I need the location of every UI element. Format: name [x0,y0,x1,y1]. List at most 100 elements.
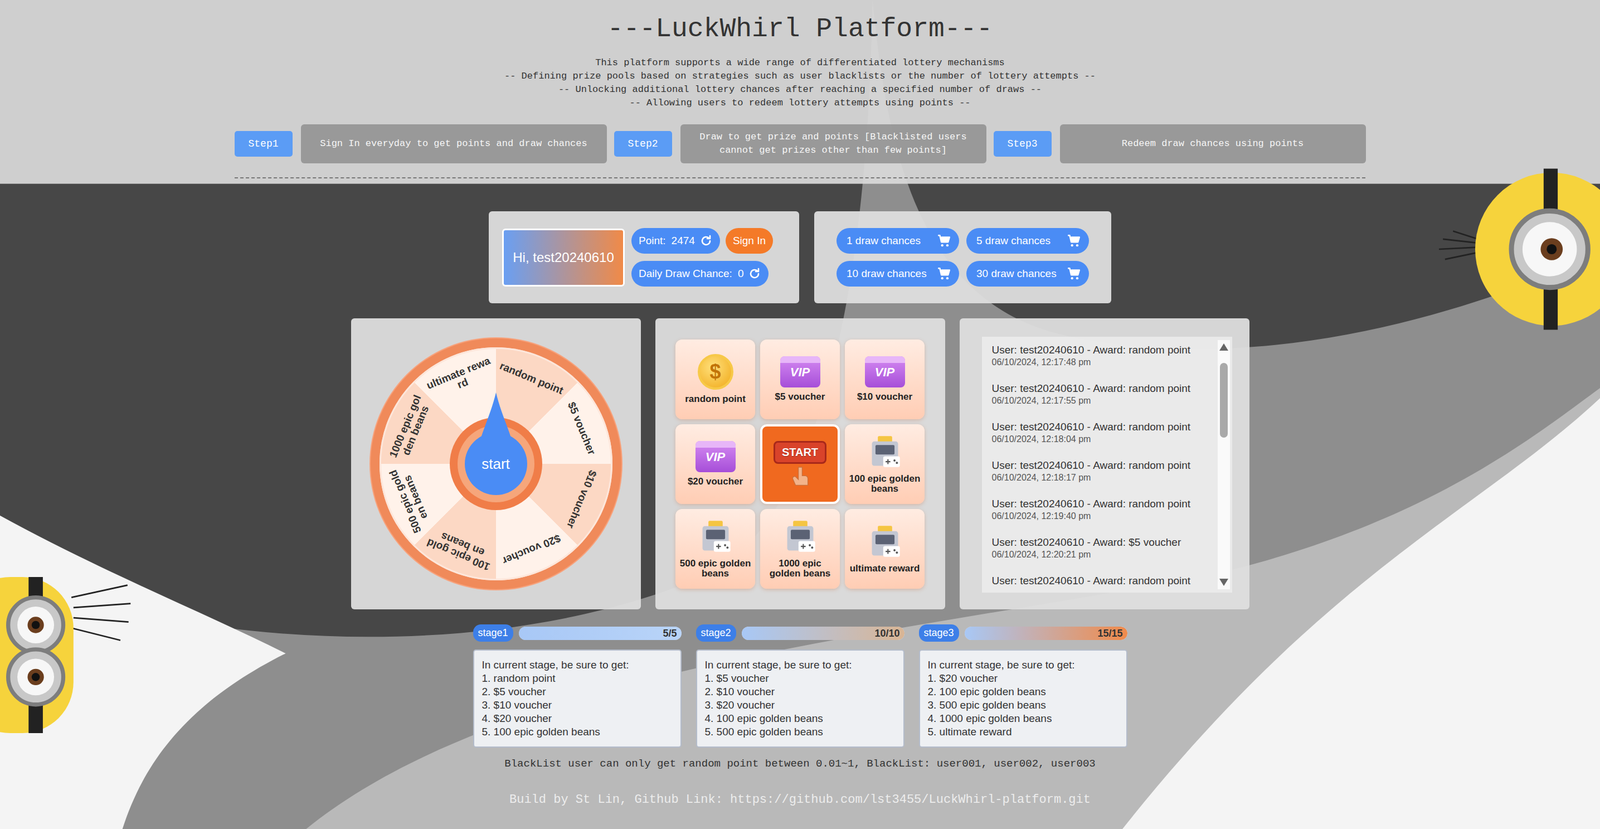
points-value: 2474 [671,234,695,247]
stage-heading: In current stage, be sure to get: [704,658,896,672]
award-record-time: 06/10/2024, 12:20:21 pm [991,548,1214,561]
step: Step3 Redeem draw chances using points [993,124,1366,164]
game-machine-icon [697,518,734,554]
award-record-text: User: test20240610 - Award: random point [991,420,1214,434]
award-record: User: test20240610 - Award: random point [991,574,1214,588]
award-record-time: 06/10/2024, 12:17:48 pm [991,356,1214,368]
buy-chances-button[interactable]: 10 draw chances [836,260,960,287]
stage: stage1 5/5 In current stage, be sure to … [473,624,682,748]
stage-count: 15/15 [1097,626,1123,639]
refresh-icon [747,266,762,281]
prize-cell: VIP $5 voucher [760,339,840,420]
award-record: User: test20240610 - Award: random point… [991,497,1214,522]
stage-prize: 1. $5 voucher [704,671,896,685]
vip-voucher-icon: VIP [780,356,821,388]
award-record-text: User: test20240610 - Award: $5 voucher [991,535,1214,549]
points-label: Point: [638,234,666,247]
buy-chances-button[interactable]: 5 draw chances [966,227,1089,254]
cart-icon [936,233,952,248]
vip-dots [864,356,906,363]
stage-progress-fill [518,626,682,640]
pill-row: Point: 2474 Sign In [631,227,773,254]
header: ---LuckWhirl Platform--- This platform s… [0,0,1600,184]
hand-icon [790,465,810,488]
vip-voucher-icon: VIP [864,356,906,388]
prize-label: $20 voucher [687,476,743,487]
vip-dots [695,440,736,448]
award-record-text: User: test20240610 - Award: random point [991,574,1214,588]
prize-cell: ultimate reward [844,508,925,589]
scroll-down-icon[interactable] [1219,578,1229,586]
wheel-segment-label: ultimate reward [424,354,496,402]
draw-chance-button[interactable]: Daily Draw Chance: 0 [631,260,769,287]
buy-chances-button[interactable]: 1 draw chances [836,227,960,254]
prize-cell: 100 epic golden beans [844,424,925,504]
stage-prize: 2. 100 epic golden beans [927,684,1119,699]
buy-chances-label: 5 draw chances [976,234,1051,247]
stage-count: 5/5 [662,626,677,639]
description-line: -- Defining prize pools based on strateg… [504,69,1096,84]
stage-heading: In current stage, be sure to get: [482,658,673,672]
minion-picture [0,576,133,733]
draw-chance-value: 0 [737,267,744,280]
prize-wheel[interactable]: random point$5 voucher$10 voucher$20 vou… [370,338,622,590]
buy-chances-button[interactable]: 30 draw chances [966,260,1089,287]
step-label[interactable]: Step3 [993,130,1052,157]
game-machine-icon [782,518,819,554]
wheel-segment-label: 100 epic golden beans [424,526,496,573]
stage-header: stage1 5/5 [473,624,682,642]
wheel-segment-label: $20 voucher [497,531,565,568]
grid-panel: $ random point VIP $5 voucher VIP $10 vo… [655,318,946,610]
shop-panel: 1 draw chances 5 draw chances 10 draw ch… [814,211,1112,304]
award-record: User: test20240610 - Award: random point… [991,458,1214,484]
stage-label: stage1 [473,624,514,642]
wheel-segment-label: random point [497,360,565,397]
prize-label: 100 epic golden beans [848,473,922,494]
wheel-start-button[interactable]: start [464,432,528,495]
stage-prize: 1. random point [482,671,673,685]
step-text: Sign In everyday to get points and draw … [300,124,607,164]
footer: Build by St Lin, Github Link: https://gi… [509,791,1091,808]
refresh-icon [699,234,713,248]
scroll-thumb[interactable] [1219,362,1228,438]
step-text: Redeem draw chances using points [1059,124,1366,164]
award-record: User: test20240610 - Award: $5 voucher 0… [991,535,1214,561]
wheel-panel: random point$5 voucher$10 voucher$20 vou… [351,318,641,610]
award-record-text: User: test20240610 - Award: random point [991,343,1214,357]
stage-count: 10/10 [874,626,900,639]
prize-label: $10 voucher [857,391,913,402]
scroll-track [1217,352,1230,577]
stage-prize: 4. 100 epic golden beans [704,711,896,726]
points-button[interactable]: Point: 2474 [631,227,721,254]
sign-in-button[interactable]: Sign In [725,227,773,254]
step-label[interactable]: Step2 [614,130,673,157]
stage-progress: 15/15 [964,626,1128,640]
greeting: Hi, test20240610 [502,228,625,287]
scrollbar[interactable] [1217,339,1230,590]
prize-cell: VIP $20 voucher [675,424,756,504]
stage-prize: 3. $10 voucher [482,698,673,712]
stage-prize: 5. 500 epic golden beans [704,725,896,739]
top-row: Hi, test20240610 Point: 2474 Sign In Dai… [488,211,1112,304]
buy-chances-label: 1 draw chances [846,234,921,247]
divider [234,177,1366,179]
stage-prize: 3. $20 voucher [704,698,896,712]
records-panel: User: test20240610 - Award: random point… [959,318,1250,610]
buy-chances-label: 30 draw chances [976,267,1057,280]
grid-start-button[interactable]: START [760,424,840,504]
prize-cell: $ random point [675,339,756,420]
scroll-up-icon[interactable] [1219,343,1229,351]
description-line: -- Allowing users to redeem lottery atte… [504,96,1096,110]
step-label[interactable]: Step1 [234,130,293,157]
user-panel: Hi, test20240610 Point: 2474 Sign In Dai… [488,211,800,304]
buy-chances-label: 10 draw chances [846,267,927,280]
prize-cell: VIP $10 voucher [844,339,925,420]
award-record-text: User: test20240610 - Award: random point [991,381,1214,396]
stage-prizes: In current stage, be sure to get: 1. ran… [473,649,682,748]
award-record-time: 06/10/2024, 12:19:40 pm [991,510,1214,522]
cart-icon [1066,233,1082,248]
stage-prize: 2. $10 voucher [704,684,896,699]
description-line: -- Unlocking additional lottery chances … [504,83,1096,97]
draw-chance-label: Daily Draw Chance: [638,267,733,280]
award-record-time: 06/10/2024, 12:18:17 pm [991,472,1214,484]
